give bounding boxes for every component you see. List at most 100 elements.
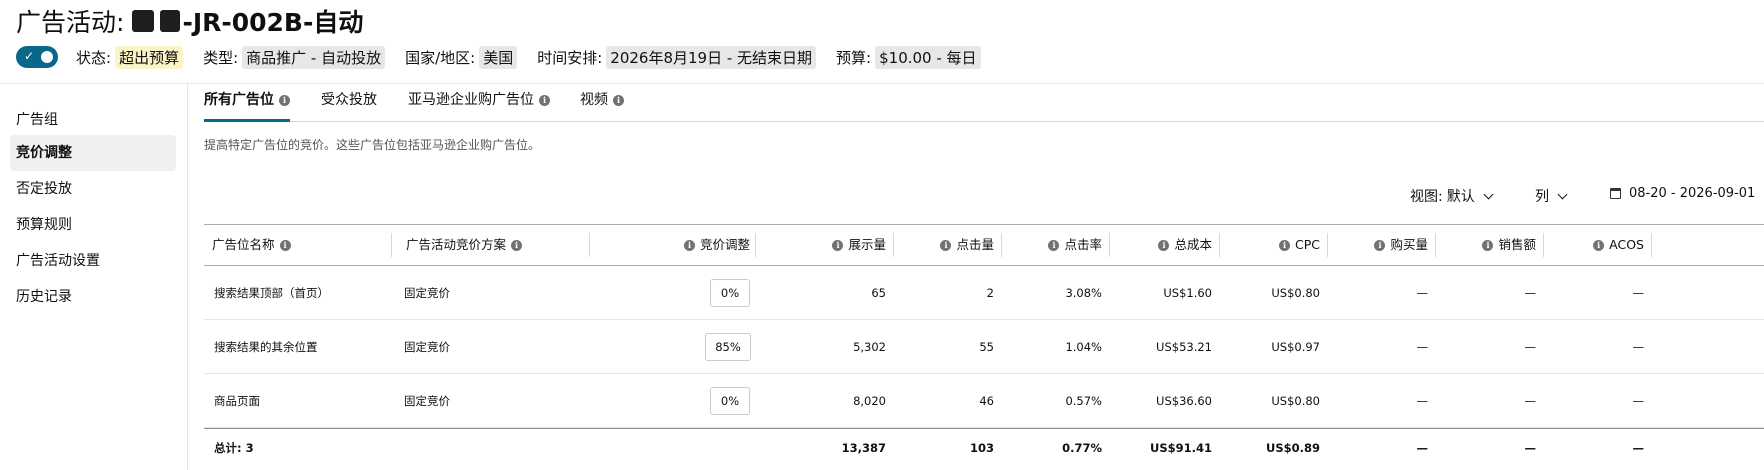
- chevron-down-icon: [1483, 189, 1494, 199]
- check-icon: ✓: [24, 49, 35, 63]
- table-header: 广告位名称 i 广告活动竞价方案 i i 竞价调整 i 展示量 i 点击量 i …: [204, 224, 1764, 266]
- sidebar-item-ad-groups[interactable]: 广告组: [10, 102, 176, 138]
- sidebar-item-campaign-settings[interactable]: 广告活动设置: [10, 243, 176, 279]
- bid-strategy: 固定竞价: [404, 285, 450, 300]
- info-icon[interactable]: i: [832, 239, 844, 251]
- info-icon[interactable]: i: [940, 239, 952, 251]
- col-acos[interactable]: i ACOS: [1544, 225, 1652, 265]
- tab-amazon-business[interactable]: 亚马逊企业购广告位 i: [408, 84, 550, 122]
- bid-adjustment-input[interactable]: 85%: [705, 332, 751, 361]
- clicks: 2: [986, 285, 994, 300]
- tab-label: 所有广告位: [204, 92, 274, 108]
- placement-name: 搜索结果顶部（首页）: [214, 285, 329, 300]
- calendar-icon: [1610, 188, 1621, 199]
- view-value: 默认: [1446, 189, 1475, 205]
- clicks: 55: [979, 339, 994, 354]
- col-ctr[interactable]: i 点击率: [1002, 225, 1110, 265]
- campaign-name: -JR-002B-自动: [182, 8, 364, 37]
- info-icon[interactable]: i: [511, 239, 523, 251]
- info-icon[interactable]: i: [279, 95, 290, 106]
- spend: US$1.60: [1163, 285, 1212, 300]
- total-acos: —: [1632, 440, 1645, 455]
- col-clicks[interactable]: i 点击量: [894, 225, 1002, 265]
- acos: —: [1632, 393, 1645, 408]
- cpc: US$0.80: [1271, 285, 1320, 300]
- schedule-badge: 2026年8月19日 - 无结束日期: [606, 45, 817, 69]
- redacted-block: [132, 10, 155, 32]
- total-impressions: 13,387: [841, 440, 886, 455]
- cpc: US$0.80: [1271, 393, 1320, 408]
- columns-selector[interactable]: 列: [1535, 186, 1568, 206]
- campaign-enabled-toggle[interactable]: ✓: [16, 46, 58, 68]
- bid-adjustment-input[interactable]: 0%: [710, 278, 750, 307]
- info-icon[interactable]: i: [1482, 239, 1494, 251]
- total-label: 总计: 3: [214, 440, 254, 455]
- info-icon[interactable]: i: [1374, 239, 1386, 251]
- ctr: 3.08%: [1065, 285, 1102, 300]
- status-badge: 超出预算: [115, 45, 184, 69]
- campaign-meta: ✓ 状态: 超出预算 类型: 商品推广 - 自动投放 国家/地区: 美国 时间安…: [16, 44, 1001, 70]
- info-icon[interactable]: i: [279, 239, 291, 251]
- placement-name: 商品页面: [214, 393, 260, 408]
- info-icon[interactable]: i: [613, 95, 624, 106]
- chevron-down-icon: [1557, 189, 1568, 199]
- date-range-picker[interactable]: 08-20 - 2026-09-01: [1610, 186, 1755, 201]
- active-tab-indicator: [204, 119, 290, 122]
- view-selector[interactable]: 视图: 默认: [1410, 186, 1494, 206]
- title-prefix: 广告活动:: [16, 8, 125, 37]
- col-label: 购买量: [1390, 237, 1428, 252]
- sidebar: 广告组 竞价调整 否定投放 预算规则 广告活动设置 历史记录: [0, 84, 188, 470]
- placement-tabs: 所有广告位 i 受众投放 亚马逊企业购广告位 i 视频 i: [204, 84, 1764, 122]
- orders: —: [1416, 339, 1429, 354]
- col-orders[interactable]: i 购买量: [1328, 225, 1436, 265]
- bid-adjustment-input[interactable]: 0%: [710, 386, 750, 415]
- tab-label: 受众投放: [321, 92, 377, 108]
- table-row: 搜索结果的其余位置 固定竞价 85% 5,302 55 1.04% US$53.…: [204, 320, 1764, 374]
- tab-label: 亚马逊企业购广告位: [408, 92, 534, 108]
- spend: US$36.60: [1156, 393, 1212, 408]
- country-label: 国家/地区:: [405, 48, 476, 67]
- spend: US$53.21: [1156, 339, 1212, 354]
- col-label: 点击率: [1064, 237, 1102, 252]
- acos: —: [1632, 285, 1645, 300]
- budget-label: 预算:: [836, 48, 872, 67]
- col-sales[interactable]: i 销售额: [1436, 225, 1544, 265]
- sidebar-item-negative-targeting[interactable]: 否定投放: [10, 171, 176, 207]
- info-icon[interactable]: i: [1158, 239, 1170, 251]
- info-icon[interactable]: i: [539, 95, 550, 106]
- info-icon[interactable]: i: [683, 239, 695, 251]
- orders: —: [1416, 393, 1429, 408]
- sales: —: [1524, 339, 1537, 354]
- info-icon[interactable]: i: [1048, 239, 1060, 251]
- tab-audience[interactable]: 受众投放: [321, 84, 377, 122]
- col-label: ACOS: [1609, 237, 1644, 252]
- impressions: 65: [871, 285, 886, 300]
- col-bid-adjustment[interactable]: i 竞价调整: [590, 225, 756, 265]
- sidebar-item-bid-adjustments[interactable]: 竞价调整: [10, 135, 176, 171]
- country-badge: 美国: [479, 45, 518, 69]
- col-label: 销售额: [1498, 237, 1536, 252]
- col-label: 展示量: [848, 237, 886, 252]
- tab-label: 视频: [580, 92, 608, 108]
- placement-name: 搜索结果的其余位置: [214, 339, 318, 354]
- col-impressions[interactable]: i 展示量: [756, 225, 894, 265]
- total-sales: —: [1524, 440, 1537, 455]
- ctr: 1.04%: [1065, 339, 1102, 354]
- tab-video[interactable]: 视频 i: [580, 84, 624, 122]
- sidebar-item-history[interactable]: 历史记录: [10, 279, 176, 315]
- col-spend[interactable]: i 总成本: [1110, 225, 1220, 265]
- col-bid-strategy[interactable]: 广告活动竞价方案 i: [392, 225, 590, 265]
- ctr: 0.57%: [1065, 393, 1102, 408]
- bid-strategy: 固定竞价: [404, 339, 450, 354]
- bid-strategy: 固定竞价: [404, 393, 450, 408]
- schedule-label: 时间安排:: [537, 48, 603, 67]
- info-icon[interactable]: i: [1279, 239, 1290, 251]
- tab-all-placements[interactable]: 所有广告位 i: [204, 84, 290, 122]
- placement-description: 提高特定广告位的竞价。这些广告位包括亚马逊企业购广告位。: [204, 138, 541, 152]
- info-icon[interactable]: i: [1593, 239, 1605, 251]
- col-cpc[interactable]: i CPC: [1220, 225, 1328, 265]
- sidebar-item-budget-rules[interactable]: 预算规则: [10, 207, 176, 243]
- redacted-block: [160, 10, 181, 32]
- impressions: 8,020: [853, 393, 886, 408]
- col-placement[interactable]: 广告位名称 i: [204, 225, 392, 265]
